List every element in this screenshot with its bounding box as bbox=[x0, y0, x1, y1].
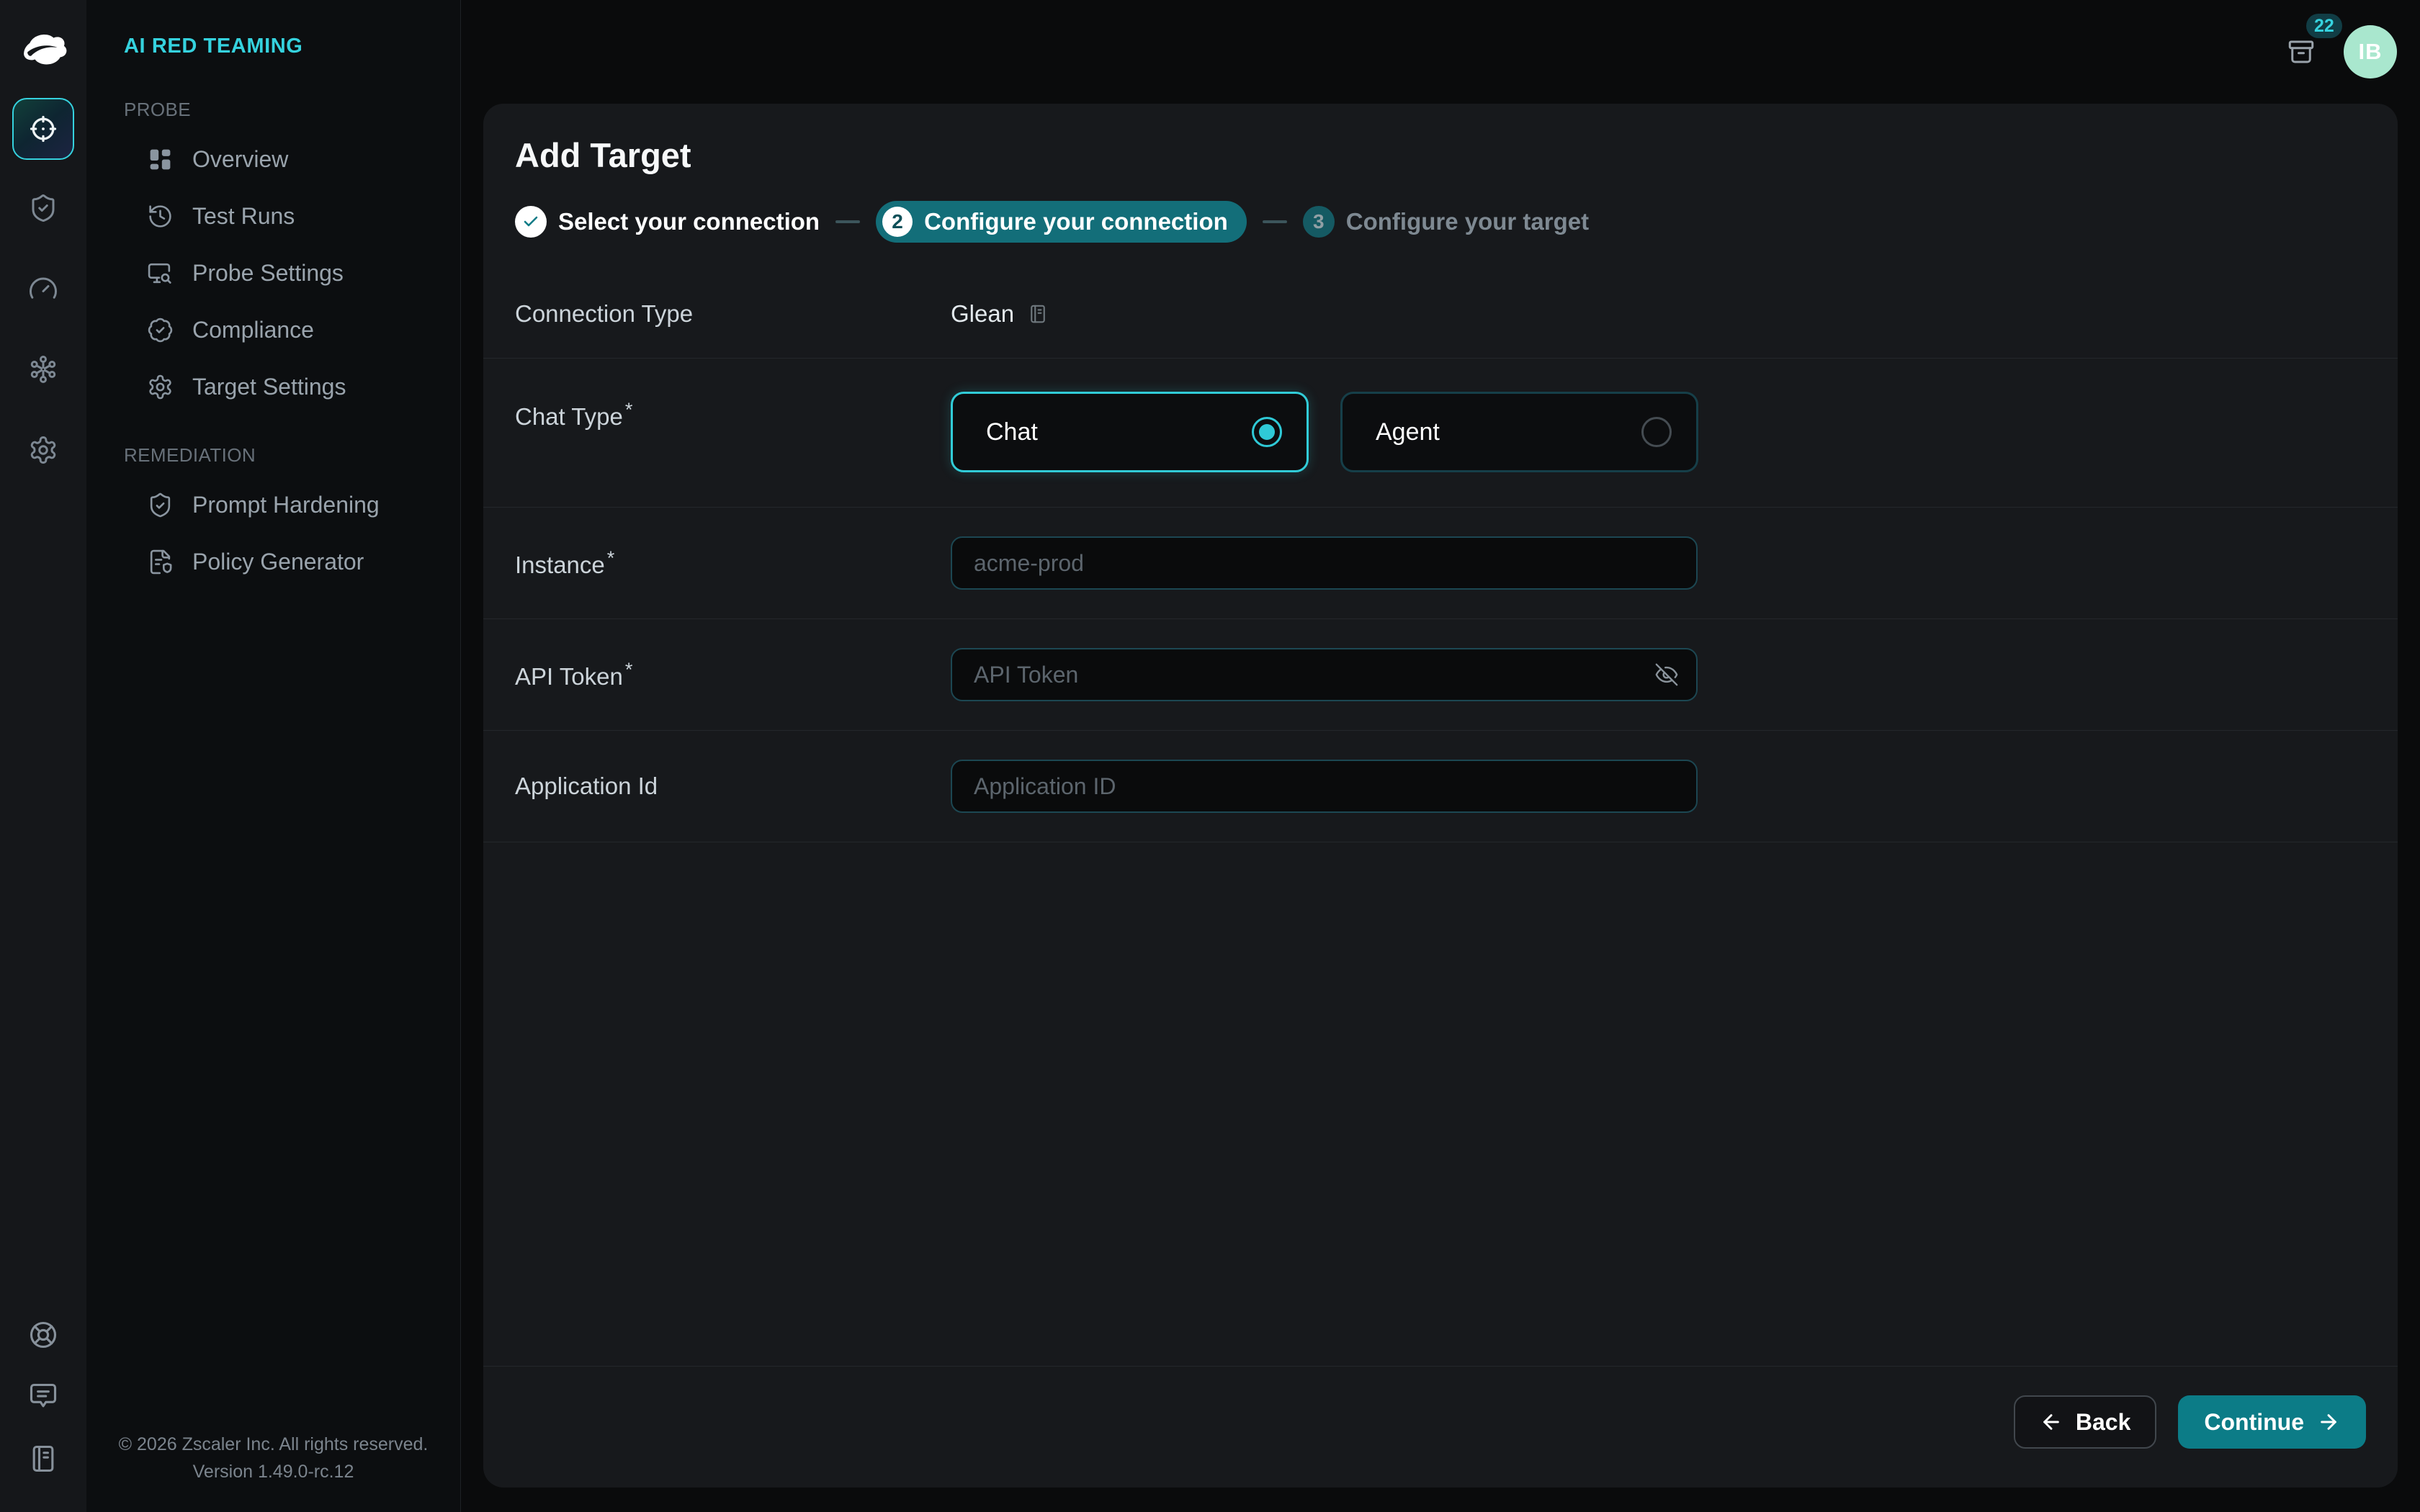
arrow-right-icon bbox=[2317, 1410, 2340, 1434]
file-shield-icon bbox=[147, 549, 174, 575]
zscaler-logo-icon[interactable] bbox=[19, 32, 67, 65]
archive-button[interactable]: 22 bbox=[2286, 37, 2316, 67]
badge-check-icon bbox=[147, 317, 174, 343]
step-number-circle: 3 bbox=[1303, 206, 1335, 238]
radio-unselected-icon bbox=[1641, 417, 1672, 447]
nav-section-remediation: REMEDIATION Prompt Hardening Policy Gene… bbox=[86, 444, 460, 590]
step-complete-circle bbox=[515, 206, 547, 238]
documentation-book-icon[interactable] bbox=[27, 1443, 59, 1475]
sidebar-item-label: Compliance bbox=[192, 317, 314, 343]
panel-footer: Back Continue bbox=[483, 1366, 2398, 1488]
version-text: Version 1.49.0-rc.12 bbox=[86, 1458, 460, 1486]
step-separator bbox=[835, 220, 860, 223]
gauge-icon[interactable] bbox=[28, 274, 58, 304]
step-separator bbox=[1263, 220, 1287, 223]
api-token-row: API Token* bbox=[483, 619, 2398, 731]
sidebar-item-label: Policy Generator bbox=[192, 549, 364, 575]
step-configure-target: 3 Configure your target bbox=[1303, 206, 1589, 238]
option-label: Agent bbox=[1376, 418, 1440, 446]
app-root: AI RED TEAMING PROBE Overview Test Runs bbox=[0, 0, 2420, 1512]
sidebar-item-overview[interactable]: Overview bbox=[86, 131, 460, 188]
sidebar-item-label: Overview bbox=[192, 146, 288, 173]
required-marker: * bbox=[625, 659, 633, 680]
connection-form: Connection Type Glean Chat Type* bbox=[483, 270, 2398, 842]
app-title: AI RED TEAMING bbox=[86, 35, 460, 58]
sidebar-item-test-runs[interactable]: Test Runs bbox=[86, 188, 460, 245]
step-label: Select your connection bbox=[558, 208, 820, 235]
chat-type-row: Chat Type* Chat Agent bbox=[483, 359, 2398, 508]
rail-bottom-group bbox=[27, 1319, 59, 1475]
chat-type-option-chat[interactable]: Chat bbox=[951, 392, 1309, 472]
chat-type-label: Chat Type* bbox=[515, 392, 951, 431]
api-token-input[interactable] bbox=[951, 648, 1698, 701]
instance-row: Instance* bbox=[483, 508, 2398, 619]
step-label: Configure your connection bbox=[924, 208, 1228, 235]
topbar: 22 IB bbox=[461, 0, 2420, 104]
connection-type-value: Glean bbox=[951, 300, 1049, 328]
step-label: Configure your target bbox=[1346, 208, 1589, 235]
shield-check-icon bbox=[147, 492, 174, 518]
check-icon bbox=[522, 213, 539, 230]
application-id-input[interactable] bbox=[951, 760, 1698, 813]
nav-section-probe: PROBE Overview Test Runs bbox=[86, 99, 460, 415]
required-marker: * bbox=[625, 399, 633, 420]
connection-type-text: Glean bbox=[951, 300, 1014, 328]
sidebar-item-target-settings[interactable]: Target Settings bbox=[86, 359, 460, 415]
notification-badge: 22 bbox=[2306, 14, 2342, 38]
avatar[interactable]: IB bbox=[2344, 25, 2397, 78]
rail-nav-group bbox=[28, 193, 58, 465]
gear-icon bbox=[147, 374, 174, 400]
continue-button[interactable]: Continue bbox=[2178, 1395, 2366, 1449]
dashboard-grid-icon bbox=[147, 146, 174, 173]
chat-type-options: Chat Agent bbox=[951, 392, 1698, 472]
eye-off-icon[interactable] bbox=[1654, 662, 1679, 687]
sidebar-item-label: Test Runs bbox=[192, 203, 295, 230]
connection-type-row: Connection Type Glean bbox=[483, 270, 2398, 359]
radio-selected-icon bbox=[1252, 417, 1282, 447]
sidebar-item-label: Target Settings bbox=[192, 374, 346, 400]
sidebar: AI RED TEAMING PROBE Overview Test Runs bbox=[86, 0, 461, 1512]
option-label: Chat bbox=[986, 418, 1038, 446]
stepper: Select your connection 2 Configure your … bbox=[515, 201, 2366, 243]
gear-icon[interactable] bbox=[28, 435, 58, 465]
sidebar-item-prompt-hardening[interactable]: Prompt Hardening bbox=[86, 477, 460, 534]
nav-section-label: REMEDIATION bbox=[86, 444, 460, 467]
required-marker: * bbox=[607, 547, 615, 569]
shield-check-icon[interactable] bbox=[28, 193, 58, 223]
archive-icon bbox=[2286, 37, 2316, 67]
help-lifebuoy-icon[interactable] bbox=[27, 1319, 59, 1351]
application-id-label: Application Id bbox=[515, 773, 951, 800]
instance-label: Instance* bbox=[515, 547, 951, 579]
sidebar-item-label: Prompt Hardening bbox=[192, 492, 380, 518]
nav-section-label: PROBE bbox=[86, 99, 460, 121]
step-number-circle: 2 bbox=[882, 207, 913, 237]
icon-rail bbox=[0, 0, 86, 1512]
main-area: 22 IB Add Target Select your connection … bbox=[461, 0, 2420, 1512]
sidebar-item-label: Probe Settings bbox=[192, 260, 344, 287]
history-icon bbox=[147, 203, 174, 230]
copyright-text: © 2026 Zscaler Inc. All rights reserved. bbox=[86, 1431, 460, 1459]
sidebar-item-compliance[interactable]: Compliance bbox=[86, 302, 460, 359]
arrow-left-icon bbox=[2040, 1410, 2063, 1434]
sidebar-item-policy-generator[interactable]: Policy Generator bbox=[86, 534, 460, 590]
page-title: Add Target bbox=[515, 135, 2366, 175]
rail-item-target-active[interactable] bbox=[12, 98, 74, 160]
add-target-panel: Add Target Select your connection 2 Conf… bbox=[483, 104, 2398, 1488]
glean-icon bbox=[1027, 303, 1049, 325]
application-id-row: Application Id bbox=[483, 731, 2398, 842]
sidebar-footer: © 2026 Zscaler Inc. All rights reserved.… bbox=[86, 1431, 460, 1487]
instance-input[interactable] bbox=[951, 536, 1698, 590]
sidebar-item-probe-settings[interactable]: Probe Settings bbox=[86, 245, 460, 302]
hub-network-icon[interactable] bbox=[28, 354, 58, 384]
api-token-label: API Token* bbox=[515, 659, 951, 690]
chat-type-option-agent[interactable]: Agent bbox=[1340, 392, 1698, 472]
connection-type-label: Connection Type bbox=[515, 300, 951, 328]
feedback-message-icon[interactable] bbox=[27, 1381, 59, 1413]
monitor-search-icon bbox=[147, 260, 174, 287]
target-crosshair-icon bbox=[27, 112, 60, 145]
step-select-connection: Select your connection bbox=[515, 206, 820, 238]
step-configure-connection-active: 2 Configure your connection bbox=[876, 201, 1247, 243]
back-button[interactable]: Back bbox=[2014, 1395, 2157, 1449]
